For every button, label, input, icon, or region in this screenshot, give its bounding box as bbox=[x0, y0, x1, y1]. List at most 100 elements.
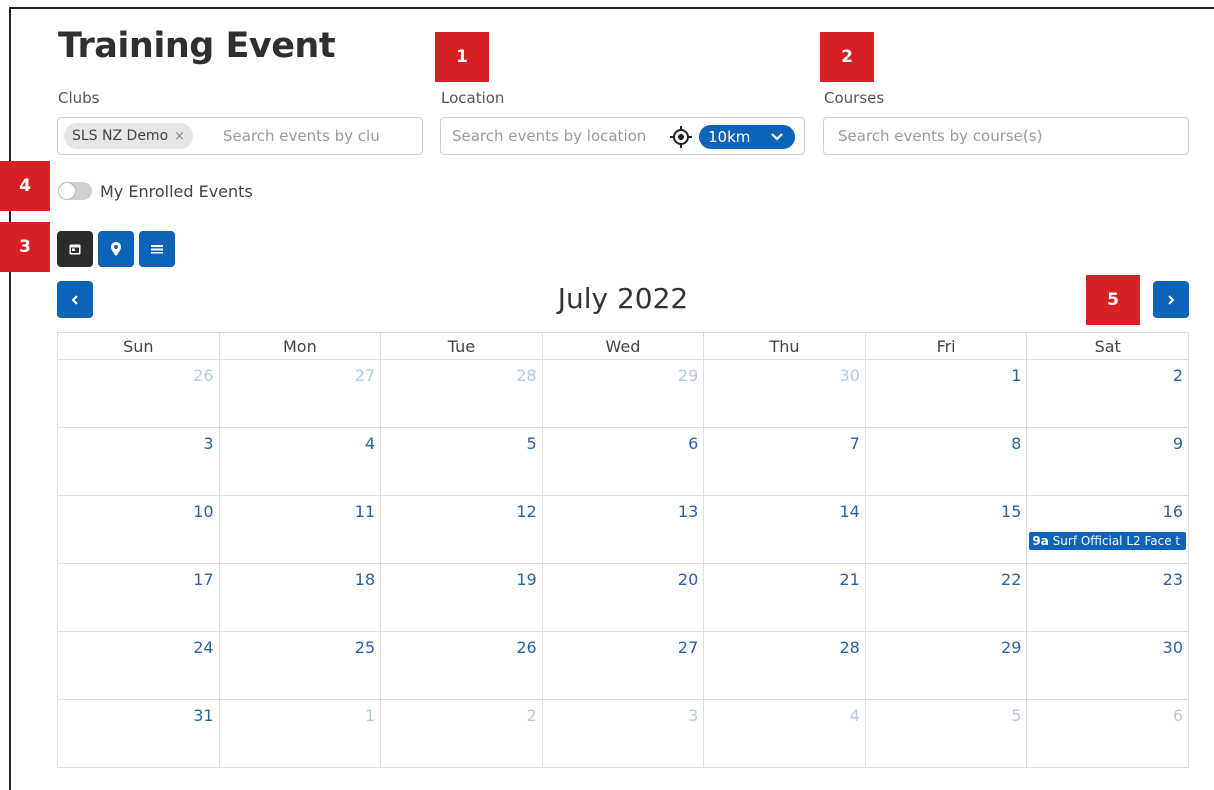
calendar-day-cell[interactable]: 15 bbox=[864, 495, 1028, 564]
day-number[interactable]: 4 bbox=[365, 434, 375, 453]
day-number[interactable]: 25 bbox=[355, 638, 375, 657]
day-number[interactable]: 5 bbox=[1011, 706, 1021, 725]
calendar-day-cell[interactable]: 27 bbox=[541, 631, 705, 700]
day-number[interactable]: 1 bbox=[1011, 366, 1021, 385]
day-number[interactable]: 30 bbox=[1163, 638, 1183, 657]
day-number[interactable]: 16 bbox=[1163, 502, 1183, 521]
calendar-day-cell[interactable]: 8 bbox=[864, 427, 1028, 496]
calendar-day-cell[interactable]: 31 bbox=[57, 699, 220, 768]
calendar-day-cell[interactable]: 28 bbox=[703, 631, 866, 700]
chip-remove-icon[interactable]: × bbox=[174, 129, 185, 144]
day-number[interactable]: 17 bbox=[193, 570, 213, 589]
calendar-day-cell[interactable]: 2 bbox=[380, 699, 543, 768]
day-number[interactable]: 10 bbox=[193, 502, 213, 521]
day-number[interactable]: 14 bbox=[839, 502, 859, 521]
calendar-view-button[interactable] bbox=[57, 231, 93, 267]
calendar-day-cell[interactable]: 4 bbox=[218, 427, 382, 496]
day-number[interactable]: 7 bbox=[850, 434, 860, 453]
day-number[interactable]: 11 bbox=[355, 502, 375, 521]
calendar-event[interactable]: 9a Surf Official L2 Face t bbox=[1029, 532, 1186, 550]
calendar-day-cell[interactable]: 19 bbox=[380, 563, 543, 632]
next-month-button[interactable] bbox=[1153, 281, 1189, 318]
calendar-day-cell[interactable]: 2 bbox=[1026, 359, 1189, 428]
day-number[interactable]: 3 bbox=[203, 434, 213, 453]
day-number[interactable]: 12 bbox=[516, 502, 536, 521]
day-number[interactable]: 22 bbox=[1001, 570, 1021, 589]
calendar-day-cell[interactable]: 1 bbox=[864, 359, 1028, 428]
calendar-day-cell[interactable]: 29 bbox=[864, 631, 1028, 700]
day-number[interactable]: 31 bbox=[193, 706, 213, 725]
day-number[interactable]: 29 bbox=[1001, 638, 1021, 657]
calendar-day-cell[interactable]: 17 bbox=[57, 563, 220, 632]
day-number[interactable]: 20 bbox=[678, 570, 698, 589]
day-number[interactable]: 19 bbox=[516, 570, 536, 589]
day-number[interactable]: 23 bbox=[1163, 570, 1183, 589]
calendar-day-cell[interactable]: 4 bbox=[703, 699, 866, 768]
day-number[interactable]: 26 bbox=[516, 638, 536, 657]
day-number[interactable]: 29 bbox=[678, 366, 698, 385]
day-number[interactable]: 8 bbox=[1011, 434, 1021, 453]
day-number[interactable]: 4 bbox=[850, 706, 860, 725]
calendar-day-cell[interactable]: 10 bbox=[57, 495, 220, 564]
calendar-day-cell[interactable]: 14 bbox=[703, 495, 866, 564]
day-number[interactable]: 24 bbox=[193, 638, 213, 657]
calendar-day-cell[interactable]: 6 bbox=[541, 427, 705, 496]
calendar-day-cell[interactable]: 21 bbox=[703, 563, 866, 632]
calendar-day-cell[interactable]: 23 bbox=[1026, 563, 1189, 632]
calendar-day-cell[interactable]: 29 bbox=[541, 359, 705, 428]
calendar-day-cell[interactable]: 6 bbox=[1026, 699, 1189, 768]
calendar-day-cell[interactable]: 3 bbox=[57, 427, 220, 496]
list-view-button[interactable] bbox=[139, 231, 175, 267]
clubs-input[interactable]: SLS NZ Demo × Search events by clu bbox=[57, 117, 423, 155]
day-number[interactable]: 15 bbox=[1001, 502, 1021, 521]
location-input[interactable]: Search events by location 10km bbox=[440, 117, 805, 155]
calendar-day-cell[interactable]: 3 bbox=[541, 699, 705, 768]
calendar-day-cell[interactable]: 7 bbox=[703, 427, 866, 496]
calendar-day-cell[interactable]: 1 bbox=[218, 699, 382, 768]
club-chip[interactable]: SLS NZ Demo × bbox=[64, 123, 194, 149]
calendar-day-cell[interactable]: 30 bbox=[703, 359, 866, 428]
calendar-day-cell[interactable]: 26 bbox=[380, 631, 543, 700]
day-number[interactable]: 6 bbox=[1173, 706, 1183, 725]
day-number[interactable]: 21 bbox=[839, 570, 859, 589]
calendar-day-cell[interactable]: 16 9a Surf Official L2 Face t bbox=[1026, 495, 1189, 564]
crosshair-icon[interactable] bbox=[669, 125, 693, 149]
calendar-day-cell[interactable]: 20 bbox=[541, 563, 705, 632]
calendar-day-cell[interactable]: 22 bbox=[864, 563, 1028, 632]
calendar-day-cell[interactable]: 5 bbox=[864, 699, 1028, 768]
calendar-day-cell[interactable]: 11 bbox=[218, 495, 382, 564]
day-number[interactable]: 26 bbox=[193, 366, 213, 385]
calendar-day-cell[interactable]: 30 bbox=[1026, 631, 1189, 700]
map-view-button[interactable] bbox=[98, 231, 134, 267]
day-number[interactable]: 3 bbox=[688, 706, 698, 725]
day-number[interactable]: 9 bbox=[1173, 434, 1183, 453]
calendar-day-cell[interactable]: 28 bbox=[380, 359, 543, 428]
day-number[interactable]: 2 bbox=[527, 706, 537, 725]
day-number[interactable]: 6 bbox=[688, 434, 698, 453]
day-number[interactable]: 30 bbox=[839, 366, 859, 385]
calendar-day-cell[interactable]: 5 bbox=[380, 427, 543, 496]
day-number[interactable]: 5 bbox=[527, 434, 537, 453]
calendar-day-cell[interactable]: 18 bbox=[218, 563, 382, 632]
calendar-day-cell[interactable]: 9 bbox=[1026, 427, 1189, 496]
my-enrolled-toggle[interactable] bbox=[58, 182, 92, 200]
calendar-day-cell[interactable]: 24 bbox=[57, 631, 220, 700]
calendar-icon bbox=[69, 244, 81, 255]
calendar-week-row: 10 11 12 13 14 15 16 9a Surf Official L2 Face t bbox=[57, 495, 1189, 564]
day-number[interactable]: 18 bbox=[355, 570, 375, 589]
day-number[interactable]: 13 bbox=[678, 502, 698, 521]
day-number[interactable]: 1 bbox=[365, 706, 375, 725]
day-number[interactable]: 28 bbox=[839, 638, 859, 657]
weekday-tue: Tue bbox=[380, 332, 543, 360]
day-number[interactable]: 28 bbox=[516, 366, 536, 385]
calendar-day-cell[interactable]: 27 bbox=[218, 359, 382, 428]
calendar-day-cell[interactable]: 26 bbox=[57, 359, 220, 428]
calendar-day-cell[interactable]: 13 bbox=[541, 495, 705, 564]
radius-select[interactable]: 10km bbox=[699, 125, 795, 149]
day-number[interactable]: 27 bbox=[355, 366, 375, 385]
day-number[interactable]: 27 bbox=[678, 638, 698, 657]
courses-input[interactable]: Search events by course(s) bbox=[823, 117, 1189, 155]
calendar-day-cell[interactable]: 25 bbox=[218, 631, 382, 700]
day-number[interactable]: 2 bbox=[1173, 366, 1183, 385]
calendar-day-cell[interactable]: 12 bbox=[380, 495, 543, 564]
